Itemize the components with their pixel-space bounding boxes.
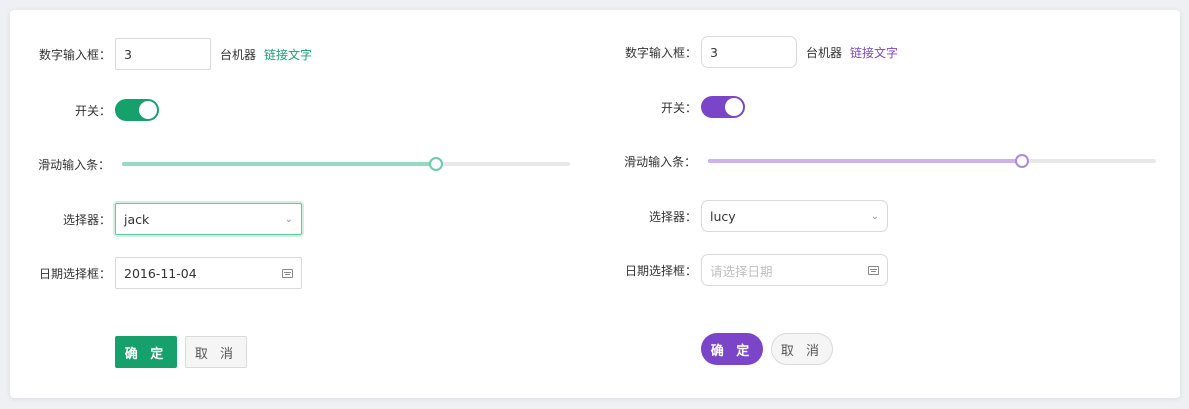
switch-row: 开关： [596, 90, 1156, 124]
slider-row: 滑动输入条： [596, 144, 1156, 178]
purple-theme-form: 数字输入框： 3 台机器 链接文字 开关： 滑动输入条： 选择器： lucy ⌄ [596, 10, 1156, 398]
number-label: 数字输入框： [38, 47, 111, 62]
slider[interactable] [122, 157, 570, 171]
number-row: 数字输入框： 3 台机器 链接文字 [10, 37, 570, 71]
link-text[interactable]: 链接文字 [850, 44, 898, 61]
switch-label: 开关： [660, 100, 697, 115]
slider-label: 滑动输入条： [38, 157, 111, 172]
date-row: 日期选择框： 请选择日期 [596, 253, 1156, 287]
number-input[interactable]: 3 [115, 38, 211, 70]
link-text[interactable]: 链接文字 [264, 46, 312, 63]
switch-row: 开关： [10, 93, 570, 127]
unit-text: 台机器 [806, 45, 843, 60]
chevron-down-icon: ⌄ [284, 213, 293, 225]
cancel-button[interactable]: 取 消 [771, 333, 833, 365]
select-dropdown[interactable]: lucy ⌄ [701, 200, 888, 232]
confirm-button[interactable]: 确 定 [701, 333, 763, 365]
date-picker[interactable]: 请选择日期 [701, 254, 888, 286]
slider-track [122, 162, 436, 166]
calendar-icon [868, 265, 879, 275]
confirm-button[interactable]: 确 定 [115, 336, 177, 368]
form-card: 数字输入框： 3 台机器 链接文字 开关： 滑动输入条： 选择器： jack ⌄ [10, 10, 1180, 398]
toggle-switch[interactable] [115, 99, 159, 121]
button-row: 确 定 取 消 [596, 332, 1156, 366]
chevron-down-icon: ⌄ [870, 210, 879, 222]
date-label: 日期选择框： [624, 263, 697, 278]
cancel-button[interactable]: 取 消 [185, 336, 247, 368]
unit-text: 台机器 [220, 47, 257, 62]
select-label: 选择器： [62, 212, 111, 227]
date-picker[interactable]: 2016-11-04 [115, 257, 302, 289]
date-label: 日期选择框： [38, 266, 111, 281]
slider-label: 滑动输入条： [624, 154, 697, 169]
number-input[interactable]: 3 [701, 36, 797, 68]
slider-handle[interactable] [428, 157, 443, 171]
select-value: lucy [710, 208, 736, 224]
calendar-icon [282, 268, 293, 278]
select-value: jack [124, 211, 150, 227]
switch-knob [139, 101, 157, 119]
select-dropdown[interactable]: jack ⌄ [115, 203, 302, 235]
switch-knob [725, 98, 743, 116]
switch-label: 开关： [74, 103, 111, 118]
select-label: 选择器： [648, 209, 697, 224]
slider-track [708, 159, 1022, 163]
button-row: 确 定 取 消 [10, 335, 570, 369]
toggle-switch[interactable] [701, 96, 745, 118]
slider-row: 滑动输入条： [10, 147, 570, 181]
date-value: 2016-11-04 [124, 265, 197, 281]
date-row: 日期选择框： 2016-11-04 [10, 256, 570, 290]
select-row: 选择器： lucy ⌄ [596, 199, 1156, 233]
select-row: 选择器： jack ⌄ [10, 202, 570, 236]
green-theme-form: 数字输入框： 3 台机器 链接文字 开关： 滑动输入条： 选择器： jack ⌄ [10, 10, 570, 398]
number-row: 数字输入框： 3 台机器 链接文字 [596, 35, 1156, 69]
date-placeholder: 请选择日期 [710, 263, 773, 279]
slider-handle[interactable] [1014, 154, 1029, 168]
number-label: 数字输入框： [624, 45, 697, 60]
slider[interactable] [708, 154, 1156, 168]
